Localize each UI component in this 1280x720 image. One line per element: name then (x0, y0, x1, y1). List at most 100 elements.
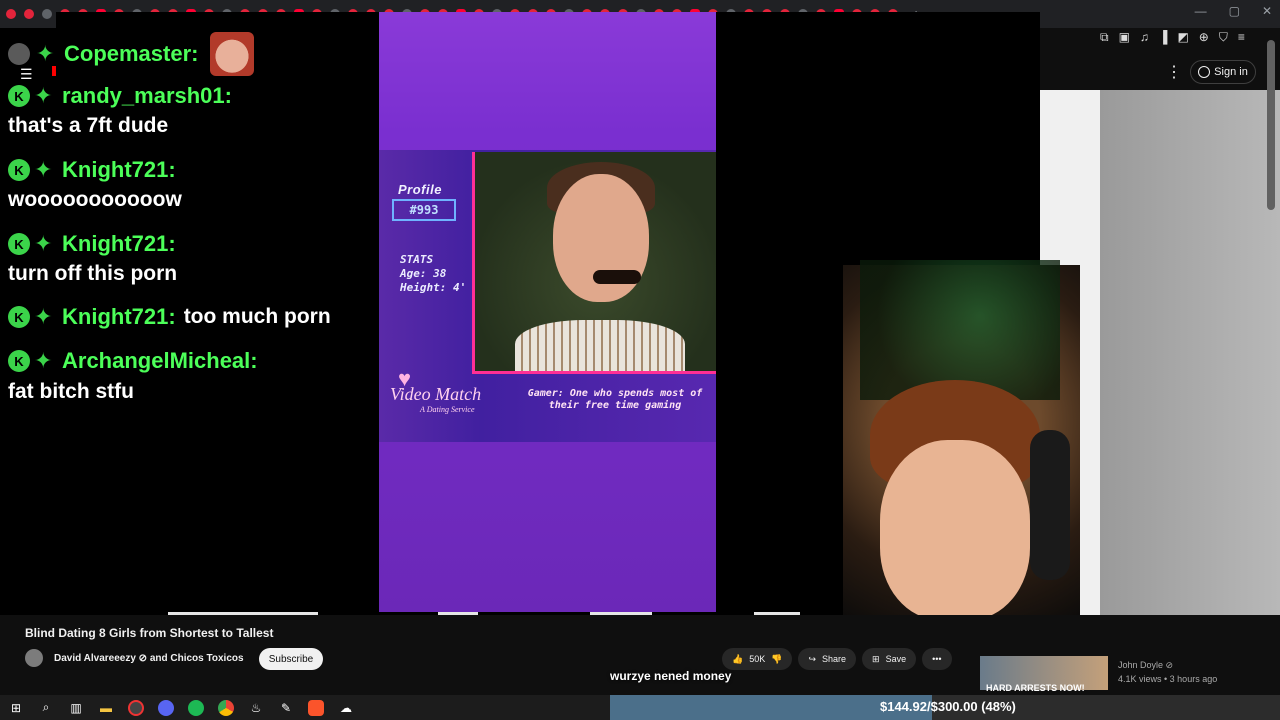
chat-message: K ✦ randy_marsh01: (8, 83, 232, 109)
tab-favicon[interactable] (24, 9, 34, 19)
recommended-author[interactable]: John Doyle ⊘ (1118, 660, 1173, 671)
task-view-icon[interactable]: ▥ (68, 700, 84, 716)
more-actions-button[interactable]: ••• (922, 648, 952, 670)
app-icon[interactable]: ✎ (278, 700, 294, 716)
chat-text: turn off this porn (8, 262, 178, 285)
extension-icon[interactable]: ⊕ (1199, 30, 1209, 45)
video-actions: 👍 50K 👎 ↪ Share ⊞ Save ••• (722, 648, 952, 670)
recommended-meta: 4.1K views • 3 hours ago (1118, 674, 1218, 684)
save-label: Save (885, 654, 907, 664)
share-icon: ↪ (808, 653, 816, 664)
profile-photo (472, 152, 716, 374)
video-match-subtitle: A Dating Service (420, 405, 475, 414)
extension-icons: ⧉ ▣ ♫ ▐ ◩ ⊕ ⛉ ≡ (1100, 30, 1245, 45)
emote-icon (210, 32, 255, 76)
save-button[interactable]: ⊞ Save (862, 648, 917, 670)
webcam-face (880, 440, 1030, 620)
channel-name[interactable]: David Alvareeezy ⊘ and Chicos Toxicos (54, 653, 244, 664)
shield-icon[interactable]: ⛉ (1219, 30, 1228, 45)
chat-username: randy_marsh01: (62, 83, 232, 108)
video-match-logo: Video Match (390, 384, 482, 404)
subscribe-button[interactable]: Subscribe (259, 648, 323, 670)
steam-icon[interactable]: ♨ (248, 700, 264, 716)
thumbnail-text: HARD ARRESTS NOW! (986, 683, 1085, 693)
chat-message: ✦ Copemaster: (8, 32, 255, 76)
menu-icon[interactable]: ≡ (1238, 30, 1245, 45)
stats-heading: STATS (400, 253, 434, 266)
music-icon[interactable]: ♫ (1140, 30, 1149, 45)
chat-text: wooooooooooow (8, 188, 182, 211)
windows-start-icon[interactable]: ⊞ (8, 700, 24, 716)
star-badge-icon: ✦ (34, 348, 53, 373)
profile-stats: STATS Age: 38 Height: 4' (400, 253, 466, 295)
thumbs-up-icon[interactable]: 👍 (732, 654, 743, 665)
minimize-icon[interactable]: — (1195, 4, 1207, 18)
tts-caption: wurzye nened money (610, 669, 732, 683)
spotify-icon[interactable] (188, 699, 204, 716)
webcam-backlight (860, 260, 1060, 400)
close-icon[interactable]: ✕ (1262, 4, 1272, 18)
chat-message: K ✦ Knight721: (8, 157, 176, 183)
chat-message: K ✦ Knight721: (8, 231, 176, 257)
extension-icon[interactable]: ▣ (1119, 30, 1130, 45)
star-badge-icon: ✦ (34, 83, 53, 108)
app-icon[interactable]: ☁ (338, 700, 354, 716)
scrollbar[interactable] (1267, 40, 1275, 210)
tab-favicon[interactable] (42, 9, 52, 19)
star-badge-icon: ✦ (34, 231, 53, 256)
account-icon (1198, 66, 1211, 78)
stats-age: Age: 38 (400, 267, 447, 280)
more-options-icon[interactable]: ⋮ (1166, 62, 1182, 82)
save-icon: ⊞ (872, 653, 880, 664)
headset-icon (1030, 430, 1070, 580)
obs-icon[interactable] (128, 699, 144, 716)
share-label: Share (822, 654, 847, 664)
chat-text: too much porn (183, 305, 331, 328)
k-badge-icon: K (8, 306, 30, 328)
sidebar-icon[interactable]: ▐ (1159, 30, 1168, 45)
donation-goal-text: $144.92/$300.00 (48%) (880, 699, 1016, 714)
video-title: Blind Dating 8 Girls from Shortest to Ta… (25, 626, 274, 640)
stream-screen: + — ▢ ✕ ⧉ ▣ ♫ ▐ ◩ ⊕ ⛉ ≡ ⋮ Sign in Profil… (0, 0, 1280, 720)
profile-number: #993 (392, 199, 456, 221)
k-badge-icon: K (8, 85, 30, 107)
chat-username: Knight721: (62, 157, 176, 182)
gamer-definition: Gamer: One who spends most of their free… (527, 388, 703, 411)
window-controls: — ▢ ✕ (1195, 4, 1272, 18)
tab-favicon[interactable] (6, 9, 16, 19)
user-avatar (8, 43, 30, 65)
star-badge-icon: ✦ (36, 41, 55, 66)
chat-username: Copemaster: (64, 41, 199, 66)
discord-icon[interactable] (158, 699, 174, 716)
channel-avatar[interactable] (25, 649, 43, 667)
k-badge-icon: K (8, 159, 30, 181)
star-badge-icon: ✦ (34, 157, 53, 182)
search-icon[interactable]: ⌕ (38, 700, 54, 716)
like-dislike-button[interactable]: 👍 50K 👎 (722, 648, 793, 670)
chat-username: Knight721: (62, 304, 176, 329)
maximize-icon[interactable]: ▢ (1229, 4, 1240, 18)
share-button[interactable]: ↪ Share (798, 648, 857, 670)
sign-in-button[interactable]: Sign in (1190, 60, 1256, 84)
photo-mustache (593, 270, 641, 284)
extension-icon[interactable]: ◩ (1177, 30, 1188, 45)
chat-message: K ✦ Knight721: too much porn (8, 304, 331, 330)
k-badge-icon: K (8, 350, 30, 372)
chrome-icon[interactable] (218, 699, 234, 716)
star-badge-icon: ✦ (34, 304, 53, 329)
chat-username: ArchangelMicheal: (62, 348, 258, 373)
photo-shirt (515, 320, 685, 371)
chat-message: K ✦ ArchangelMicheal: (8, 348, 258, 374)
chat-username: Knight721: (62, 231, 176, 256)
chat-text: fat bitch stfu (8, 380, 134, 403)
sign-in-label: Sign in (1214, 66, 1248, 78)
folder-icon[interactable]: ▬ (98, 700, 114, 716)
chat-text: that's a 7ft dude (8, 114, 169, 137)
k-badge-icon: K (8, 233, 30, 255)
stats-height: Height: 4' (400, 281, 467, 294)
extension-icon[interactable]: ⧉ (1100, 30, 1109, 45)
brave-icon[interactable] (308, 699, 324, 716)
profile-label: Profile (398, 182, 442, 197)
like-count: 50K (749, 654, 766, 664)
thumbs-down-icon[interactable]: 👎 (771, 654, 782, 665)
